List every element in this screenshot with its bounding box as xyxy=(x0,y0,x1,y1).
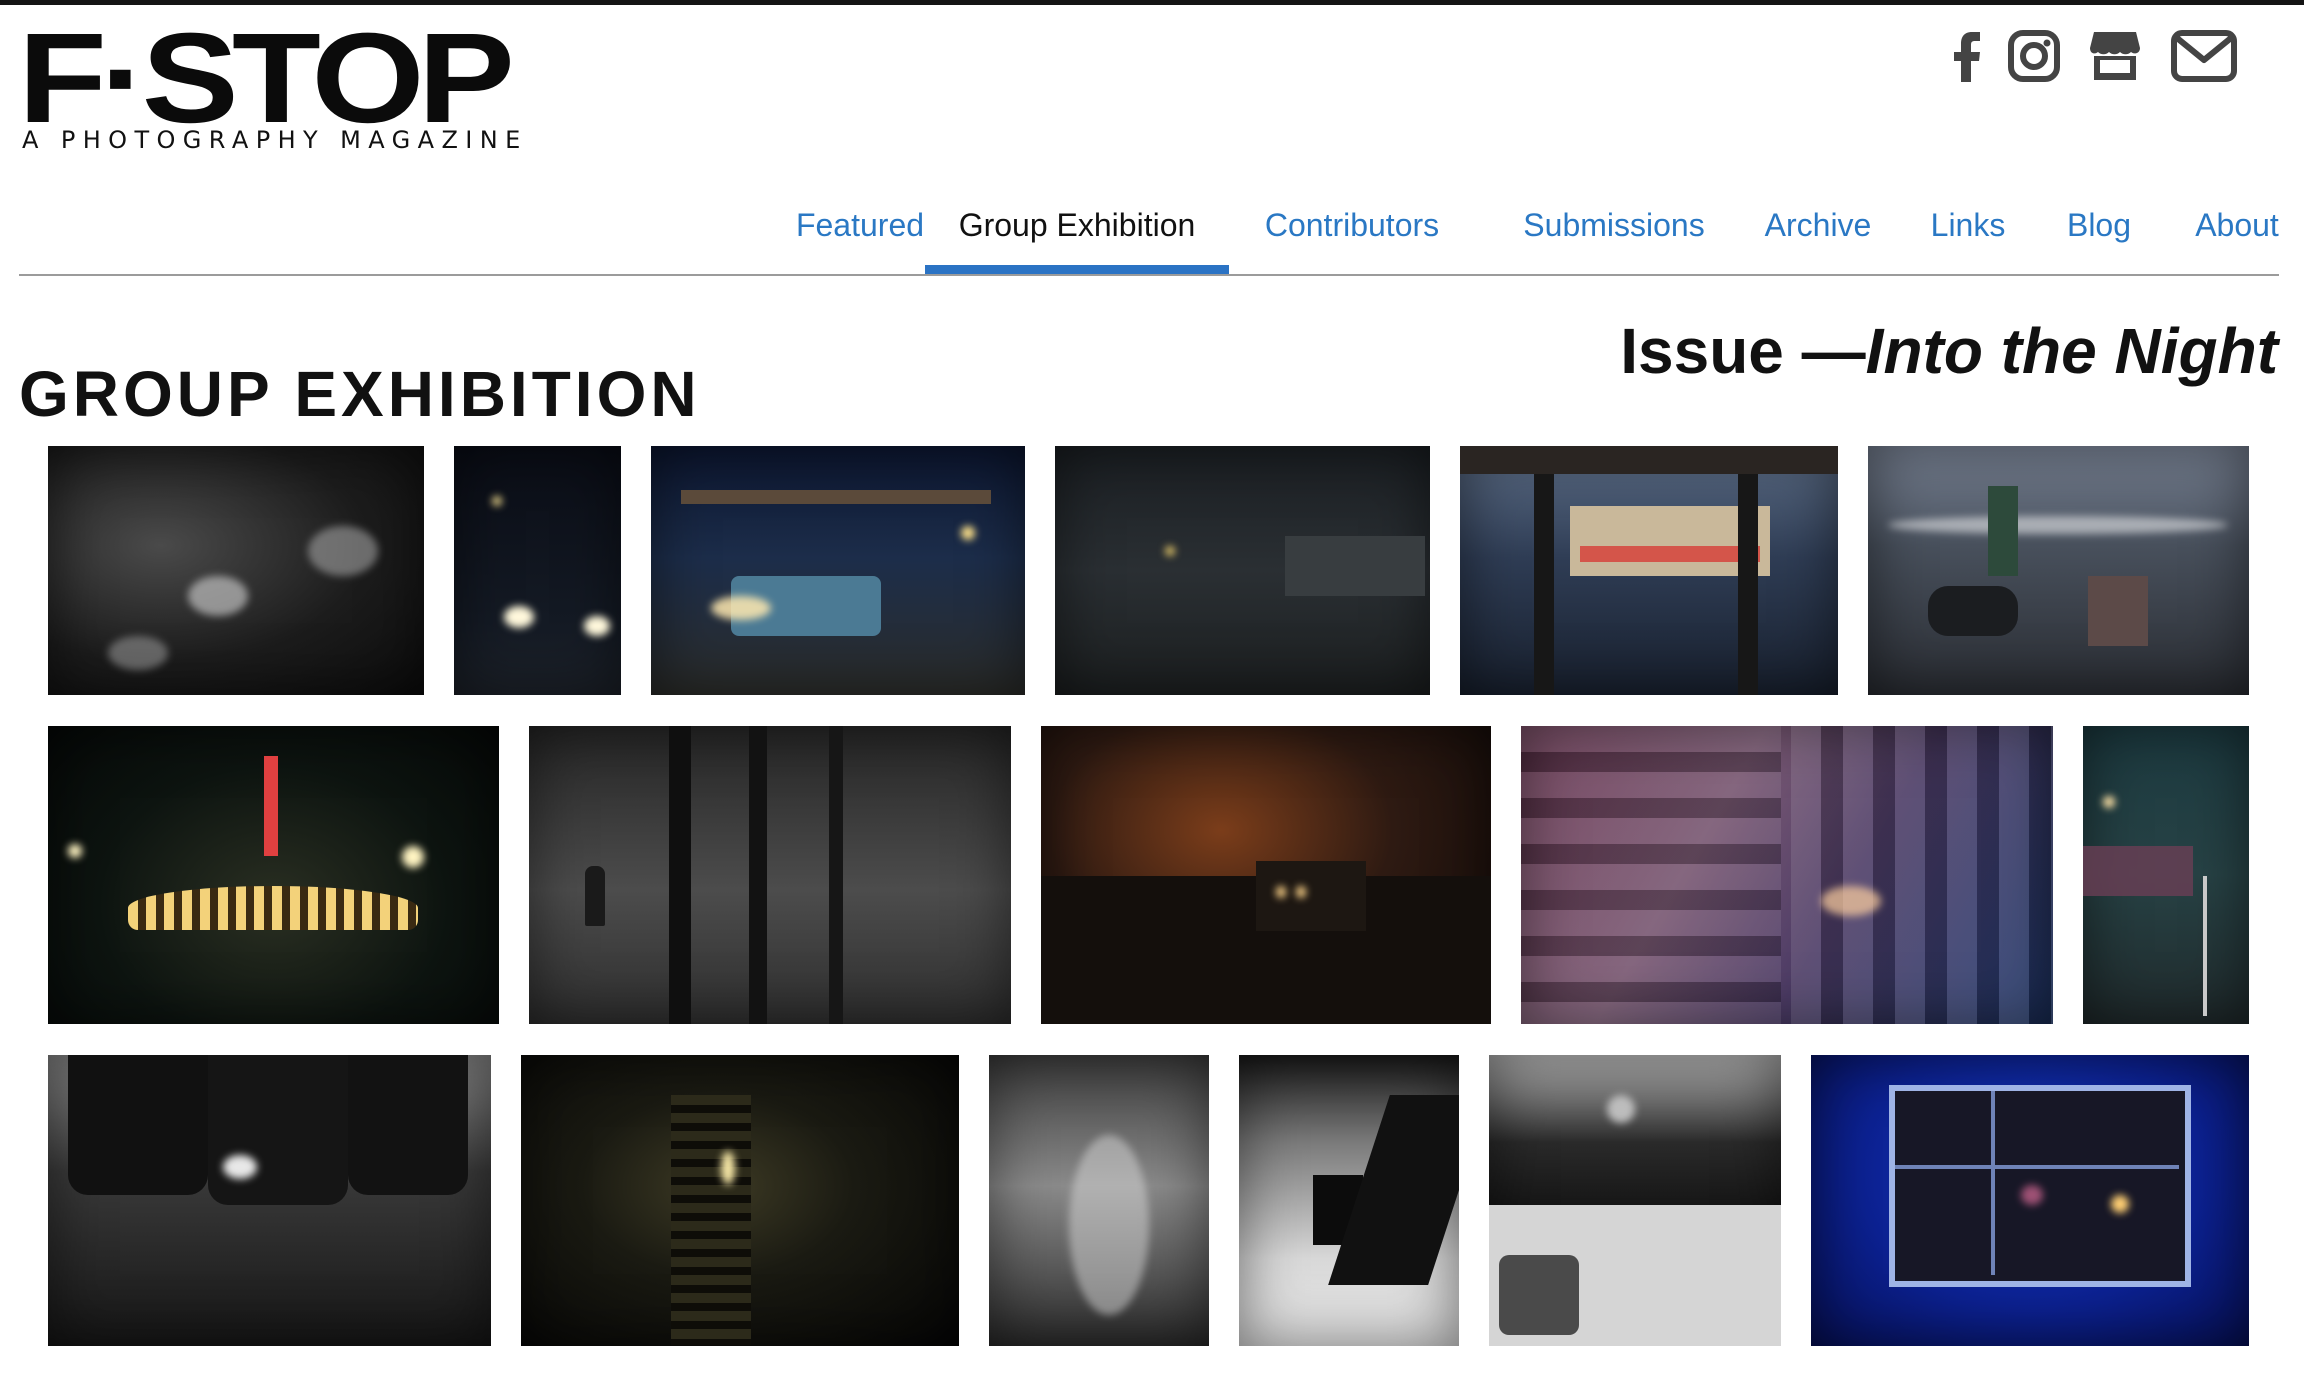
photo-coney-island-pigeons[interactable] xyxy=(1460,446,1838,695)
photo-foggy-street-headlights[interactable] xyxy=(454,446,621,695)
photo-hong-kong-apartments[interactable] xyxy=(1521,726,2053,1024)
photo-foggy-town[interactable] xyxy=(1055,446,1430,695)
photo-crowd-hands-bw[interactable] xyxy=(48,446,424,695)
photo-blue-window-woman[interactable] xyxy=(1811,1055,2249,1346)
photo-gallery xyxy=(0,0,2304,1374)
photo-women-legs-bw[interactable] xyxy=(48,1055,491,1346)
photo-street-corner-night[interactable] xyxy=(2083,726,2249,1024)
photo-pickup-truck-garage[interactable] xyxy=(651,446,1025,695)
photo-street-lamp-bw[interactable] xyxy=(1239,1055,1459,1346)
photo-abstract-blur-bw[interactable] xyxy=(989,1055,1209,1346)
photo-night-market-motorbikes[interactable] xyxy=(1868,446,2249,695)
photo-misty-forest-figure[interactable] xyxy=(529,726,1011,1024)
photo-car-roof-bw[interactable] xyxy=(1489,1055,1781,1346)
photo-house-fire-glow[interactable] xyxy=(1041,726,1491,1024)
photo-dancer-stairs[interactable] xyxy=(521,1055,959,1346)
photo-tower-diner-neon[interactable] xyxy=(48,726,499,1024)
